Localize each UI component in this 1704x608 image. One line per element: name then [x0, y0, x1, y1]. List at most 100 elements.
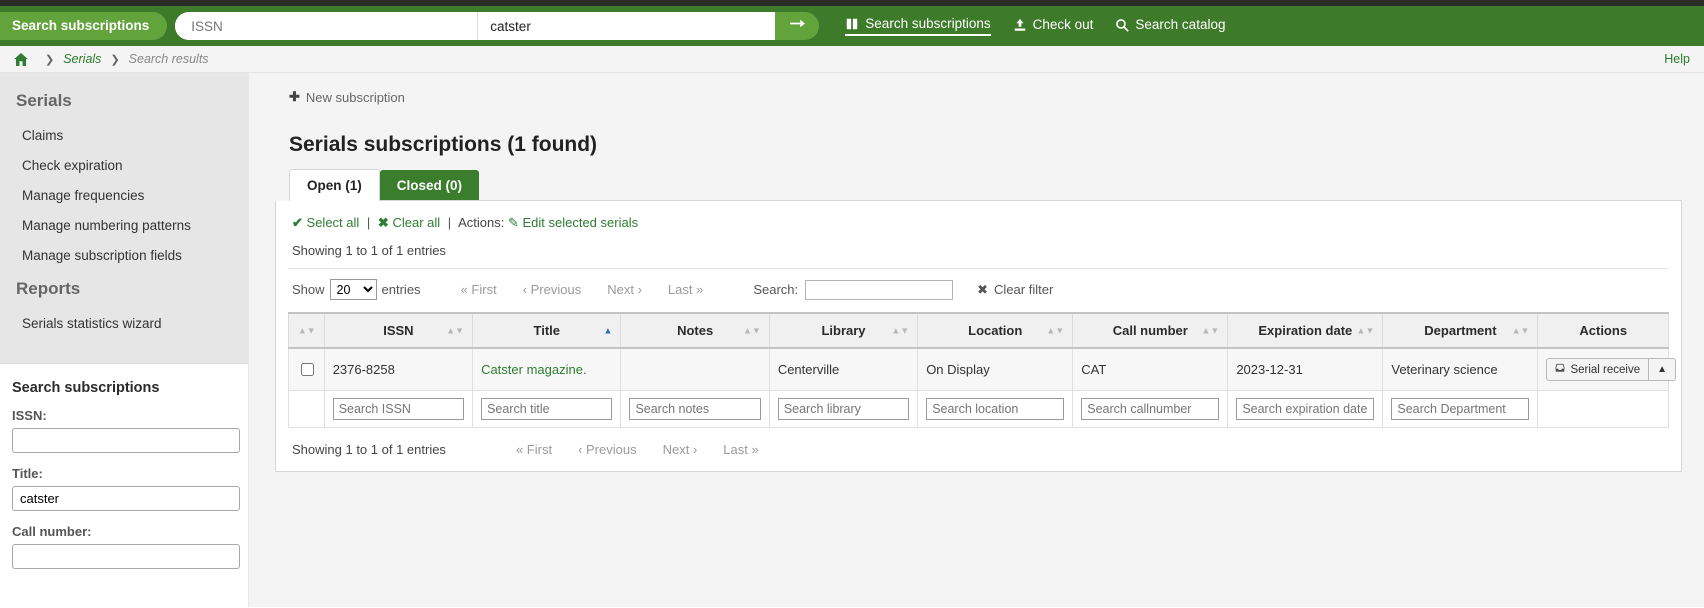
th-callnumber[interactable]: Call number▲▼: [1073, 313, 1228, 348]
sidebar-item-manage-frequencies[interactable]: Manage frequencies: [0, 181, 248, 211]
breadcrumb-separator: ❯: [110, 53, 119, 66]
plus-icon: ✚: [289, 89, 300, 105]
tab-open[interactable]: Open (1): [289, 169, 380, 201]
upload-icon: [1013, 18, 1027, 32]
filter-callnumber-input[interactable]: [1081, 398, 1219, 420]
table-header-row: ▲▼ ISSN▲▼ Title▲ Notes▲▼ Library▲▼ Locat…: [289, 313, 1669, 348]
filter-department-input[interactable]: [1391, 398, 1529, 420]
th-title[interactable]: Title▲: [473, 313, 621, 348]
actions-dropdown-toggle[interactable]: ▲: [1649, 358, 1676, 381]
edit-selected-serials-link[interactable]: Edit selected serials: [522, 215, 638, 230]
column-filter-row: [289, 391, 1669, 428]
sort-icon: ▲▼: [743, 326, 761, 335]
th-location[interactable]: Location▲▼: [918, 313, 1073, 348]
pager-next[interactable]: Next ›: [663, 442, 698, 457]
filter-location-input[interactable]: [926, 398, 1064, 420]
filter-notes-input[interactable]: [629, 398, 760, 420]
inbox-icon: [1555, 363, 1565, 376]
row-checkbox[interactable]: [301, 363, 314, 376]
help-link[interactable]: Help: [1664, 52, 1690, 66]
search-fields-group: [175, 12, 775, 40]
th-library[interactable]: Library▲▼: [769, 313, 917, 348]
sidebar-heading-serials: Serials: [0, 83, 248, 121]
filter-library-input[interactable]: [778, 398, 909, 420]
pager-last[interactable]: Last »: [668, 282, 703, 297]
th-department[interactable]: Department▲▼: [1383, 313, 1538, 348]
breadcrumb-separator: ❯: [45, 53, 54, 66]
table-row: 2376-8258 Catster magazine. Centerville …: [289, 348, 1669, 391]
pagination-bottom: « First ‹ Previous Next › Last »: [516, 442, 759, 457]
nav-search-subscriptions[interactable]: Search subscriptions: [845, 16, 990, 36]
sidebar-item-serials-statistics-wizard[interactable]: Serials statistics wizard: [0, 309, 248, 339]
sidebar-item-check-expiration[interactable]: Check expiration: [0, 151, 248, 181]
page-length-select[interactable]: 2050100All: [330, 279, 377, 300]
sort-icon: ▲▼: [1201, 326, 1219, 335]
header-nav: Search subscriptions Check out Search ca…: [845, 16, 1225, 36]
sidebar-callnumber-input[interactable]: [12, 544, 240, 569]
times-icon: ✖: [378, 215, 389, 230]
breadcrumb-item-serials[interactable]: Serials: [63, 52, 101, 66]
nav-label: Search catalog: [1135, 17, 1225, 32]
new-subscription-button[interactable]: ✚ New subscription: [289, 89, 405, 105]
sidebar-issn-input[interactable]: [12, 428, 240, 453]
showing-entries-bottom: Showing 1 to 1 of 1 entries: [292, 442, 446, 457]
sidebar-nav: Serials Claims Check expiration Manage f…: [0, 73, 248, 363]
filter-issn-input[interactable]: [333, 398, 464, 420]
search-query-input[interactable]: [478, 12, 775, 40]
header-search-bar: Search subscriptions: [0, 6, 819, 46]
sort-icon: ▲▼: [446, 326, 464, 335]
tab-list: Open (1) Closed (0): [289, 169, 1682, 201]
tab-closed[interactable]: Closed (0): [380, 170, 479, 200]
search-submit-button[interactable]: [775, 12, 819, 40]
clear-filter-button[interactable]: ✖ Clear filter: [977, 282, 1053, 298]
times-icon: ✖: [977, 282, 988, 298]
nav-check-out[interactable]: Check out: [1013, 17, 1094, 35]
pager-first[interactable]: « First: [516, 442, 552, 457]
page-title: Serials subscriptions (1 found): [275, 119, 1682, 169]
pencil-icon: ✎: [508, 215, 519, 230]
pager-previous[interactable]: ‹ Previous: [523, 282, 582, 297]
cell-issn: 2376-8258: [324, 348, 472, 391]
th-notes[interactable]: Notes▲▼: [621, 313, 769, 348]
nav-search-catalog[interactable]: Search catalog: [1115, 17, 1225, 35]
nav-label: Check out: [1033, 17, 1094, 32]
home-icon[interactable]: [14, 53, 28, 66]
sort-icon: ▲▼: [1512, 326, 1530, 335]
search-icon: [1115, 18, 1129, 32]
cell-library: Centerville: [769, 348, 917, 391]
pager-last[interactable]: Last »: [723, 442, 758, 457]
sidebar-item-manage-subscription-fields[interactable]: Manage subscription fields: [0, 241, 248, 271]
filter-cell-issn: [324, 391, 472, 428]
clear-all-link[interactable]: Clear all: [392, 215, 440, 230]
sort-icon: ▲▼: [298, 326, 316, 335]
select-all-link[interactable]: Select all: [307, 215, 360, 230]
sort-asc-icon: ▲: [604, 326, 613, 335]
sidebar-search-form: Search subscriptions ISSN: Title: Call n…: [0, 363, 248, 582]
datatable-footer: Showing 1 to 1 of 1 entries « First ‹ Pr…: [288, 428, 1669, 457]
cell-expiration-date: 2023-12-31: [1228, 348, 1383, 391]
subscription-title-link[interactable]: Catster magazine.: [481, 362, 587, 377]
check-icon: ✔: [292, 215, 303, 230]
filter-cell-callnumber: [1073, 391, 1228, 428]
sidebar-item-manage-numbering-patterns[interactable]: Manage numbering patterns: [0, 211, 248, 241]
th-expiration-date[interactable]: Expiration date▲▼: [1228, 313, 1383, 348]
serial-receive-button[interactable]: Serial receive: [1546, 358, 1649, 381]
pager-previous[interactable]: ‹ Previous: [578, 442, 637, 457]
main-toolbar: ✚ New subscription: [289, 89, 1682, 105]
th-actions: Actions: [1538, 313, 1669, 348]
table-search-input[interactable]: [805, 280, 953, 300]
filter-title-input[interactable]: [481, 398, 612, 420]
th-select[interactable]: ▲▼: [289, 313, 325, 348]
actions-label: Actions:: [458, 215, 504, 230]
sidebar-title-input[interactable]: [12, 486, 240, 511]
sidebar-item-claims[interactable]: Claims: [0, 121, 248, 151]
filter-expiration-date-input[interactable]: [1236, 398, 1374, 420]
sidebar-search-heading: Search subscriptions: [12, 380, 236, 396]
th-issn[interactable]: ISSN▲▼: [324, 313, 472, 348]
pager-first[interactable]: « First: [461, 282, 497, 297]
pager-next[interactable]: Next ›: [607, 282, 642, 297]
issn-field-label: ISSN:: [12, 408, 236, 423]
issn-input[interactable]: [175, 12, 478, 40]
subscriptions-table: ▲▼ ISSN▲▼ Title▲ Notes▲▼ Library▲▼ Locat…: [288, 312, 1669, 428]
breadcrumb: ❯ Serials ❯ Search results Help: [0, 46, 1704, 73]
